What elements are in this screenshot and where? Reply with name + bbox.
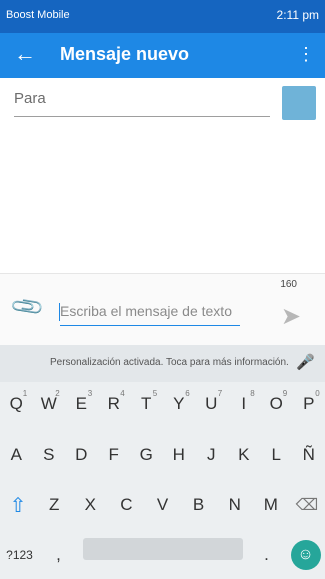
key[interactable]: L: [261, 438, 291, 472]
page-title: Mensaje nuevo: [60, 44, 190, 64]
key-alt-label: 8: [250, 389, 255, 398]
shift-key-icon[interactable]: ⇧: [3, 488, 33, 522]
key-alt-label: 0: [315, 389, 320, 398]
key-label: T: [141, 394, 152, 413]
overflow-menu-icon[interactable]: ⋮: [297, 44, 315, 65]
status-time: 2:11 pm: [276, 8, 319, 22]
key[interactable]: F: [99, 438, 129, 472]
key[interactable]: A: [1, 438, 31, 472]
send-icon[interactable]: ➤: [281, 302, 301, 331]
suggestion-text: Personalización activada. Toca para más …: [50, 357, 289, 368]
key[interactable]: R4: [99, 387, 129, 421]
contact-picker-icon[interactable]: [282, 86, 316, 120]
key[interactable]: J: [196, 438, 226, 472]
key-label: U: [205, 394, 218, 413]
key[interactable]: E3: [66, 387, 96, 421]
key[interactable]: S: [34, 438, 64, 472]
key-label: Q: [9, 394, 23, 413]
key[interactable]: C: [111, 488, 141, 522]
key-alt-label: 6: [185, 389, 190, 398]
key-label: E: [75, 394, 87, 413]
keyboard-row-2: ASDFGHJKLÑ: [0, 438, 325, 472]
key-alt-label: 5: [152, 389, 158, 398]
keyboard-row-4: ?123 , . ☺: [0, 538, 325, 572]
key-alt-label: 9: [282, 389, 288, 398]
character-count: 160: [280, 279, 297, 290]
key[interactable]: M: [256, 488, 286, 522]
key[interactable]: I8: [229, 387, 259, 421]
key[interactable]: V: [147, 488, 177, 522]
comma-key[interactable]: ,: [44, 538, 74, 572]
backspace-icon[interactable]: ⌫: [292, 488, 322, 522]
key-label: O: [269, 394, 283, 413]
compose-bar: 160 📎 Escriba el mensaje de texto ➤: [0, 273, 325, 346]
emoji-icon[interactable]: ☺: [290, 540, 321, 570]
key[interactable]: O9: [261, 387, 291, 421]
key-alt-label: 2: [55, 389, 60, 398]
app-bar: ← Mensaje nuevo ⋮: [0, 33, 325, 78]
keyboard-row-3: ⇧ Z X C V B N M ⌫: [0, 488, 325, 522]
key[interactable]: N: [220, 488, 250, 522]
key[interactable]: P0: [294, 387, 324, 421]
key[interactable]: H: [164, 438, 194, 472]
attachment-icon[interactable]: 📎: [9, 288, 47, 326]
keyboard-suggestion-bar[interactable]: Personalización activada. Toca para más …: [0, 345, 325, 382]
key[interactable]: G: [131, 438, 161, 472]
key[interactable]: Y6: [164, 387, 194, 421]
keyboard: Personalización activada. Toca para más …: [0, 345, 325, 579]
space-bar[interactable]: [82, 538, 243, 560]
key-alt-label: 7: [217, 389, 223, 398]
key-alt-label: 3: [87, 389, 93, 398]
period-key[interactable]: .: [252, 538, 282, 572]
key-label: Y: [173, 394, 185, 413]
key[interactable]: X: [75, 488, 105, 522]
key[interactable]: W2: [34, 387, 64, 421]
status-bar: Boost Mobile 2:11 pm: [0, 0, 325, 33]
microphone-icon[interactable]: 🎤: [296, 353, 315, 371]
carrier-name: Boost Mobile: [6, 9, 70, 21]
recipient-input[interactable]: Para: [14, 90, 46, 107]
key[interactable]: K: [229, 438, 259, 472]
key-label: R: [107, 394, 120, 413]
key-label: I: [241, 394, 247, 413]
symbols-key[interactable]: ?123: [5, 538, 35, 572]
key-label: P: [303, 394, 315, 413]
keyboard-row-1: Q1W2E3R4T5Y6U7I8O9P0: [0, 387, 325, 421]
key[interactable]: D: [66, 438, 96, 472]
key[interactable]: Ñ: [294, 438, 324, 472]
key[interactable]: Q1: [1, 387, 31, 421]
key[interactable]: B: [184, 488, 214, 522]
recipient-underline: [14, 116, 270, 117]
key[interactable]: U7: [196, 387, 226, 421]
key[interactable]: Z: [39, 488, 69, 522]
back-arrow-icon[interactable]: ←: [14, 41, 36, 67]
key[interactable]: T5: [131, 387, 161, 421]
message-input[interactable]: Escriba el mensaje de texto: [60, 303, 240, 326]
key-alt-label: 4: [120, 389, 125, 398]
key-alt-label: 1: [22, 389, 28, 398]
